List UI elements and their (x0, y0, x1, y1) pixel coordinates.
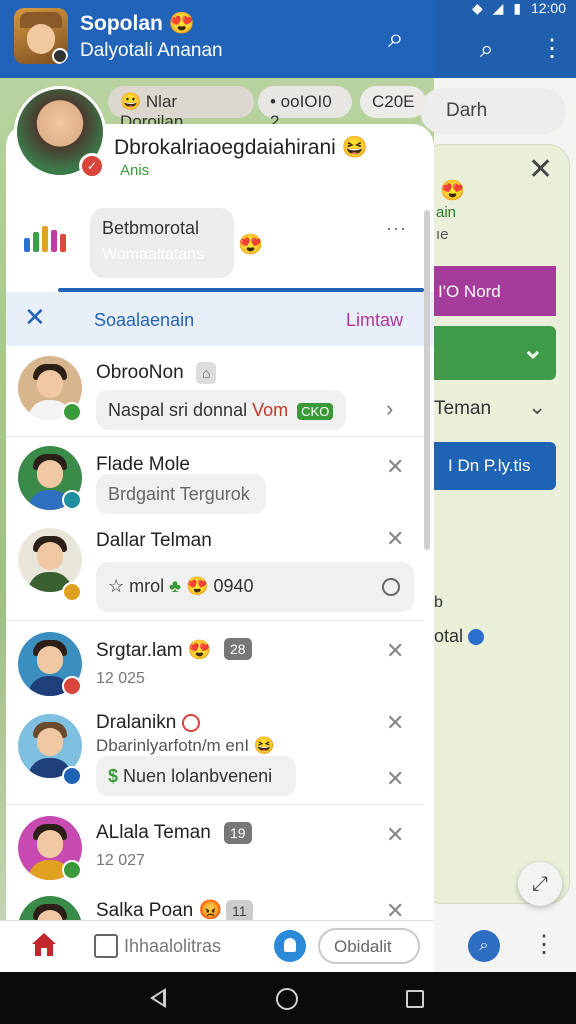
friend-name: Srgtar.lam 😍 (96, 640, 212, 661)
more-icon[interactable]: ⋮ (532, 930, 556, 959)
status-time: 12:00 (530, 0, 566, 16)
star-icon: ☆ (108, 576, 125, 596)
divider (6, 804, 424, 805)
close-icon[interactable]: ✕ (386, 710, 404, 736)
more-options-icon[interactable]: ··· (386, 218, 407, 239)
background-blue-button[interactable]: I Dn P.ly.tis (434, 442, 556, 490)
signal-icon: ◢ (492, 0, 504, 16)
profile-subtitle: Anis (120, 162, 150, 179)
chip-user[interactable]: 😀 Nlar Doroilan (108, 86, 254, 131)
status-badge-icon (62, 582, 82, 602)
profile-name: Dbrokalriaoegdaiahirani 😆 (114, 136, 368, 159)
close-icon[interactable]: ✕ (386, 822, 404, 848)
friend-name: Flade Mole (96, 454, 190, 475)
filter-label: Soaalaenain (94, 310, 195, 330)
background-card (420, 144, 570, 904)
bell-icon (284, 938, 296, 952)
friend-message[interactable]: $ Nuen lolanbveneni (96, 756, 296, 796)
recent-apps-icon[interactable] (406, 990, 424, 1008)
close-icon[interactable]: ✕ (386, 766, 404, 792)
friend-name: ALlala Teman (96, 822, 211, 843)
status-badge-icon (62, 860, 82, 880)
friend-name: Dallar Telman (96, 530, 212, 551)
friend-message[interactable]: Naspal sri donnal Vom CKO (96, 390, 346, 430)
divider (6, 620, 424, 621)
status-badge-icon (62, 490, 82, 510)
chevron-right-icon[interactable]: › (386, 396, 393, 422)
scrollbar[interactable] (424, 210, 430, 550)
home-circle-icon[interactable] (276, 988, 298, 1010)
background-text: b (434, 594, 443, 611)
post-emoji: 😍 (238, 234, 263, 256)
background-text: ıe (436, 226, 449, 243)
chevron-down-icon: ⌄ (522, 334, 544, 364)
app-title: Sopolan 😍 (80, 12, 195, 35)
app-subtitle: Dalyotali Ananan (80, 40, 223, 61)
lock-icon: ⌂ (196, 362, 217, 384)
chip-code[interactable]: C20E (360, 86, 426, 118)
background-total-label: otal (434, 626, 485, 647)
more-icon[interactable]: ⋮ (540, 34, 564, 63)
post-title: Betbmorotal (102, 218, 200, 238)
document-icon[interactable] (94, 934, 118, 958)
battery-icon: ▮ (513, 0, 522, 16)
friend-name: ObrooNon (96, 362, 184, 383)
app-logo (14, 8, 68, 64)
profile-avatar[interactable]: ✓ (14, 86, 106, 179)
count-badge: 11 (226, 900, 253, 922)
stats-icon (24, 222, 72, 252)
friend-name: Salka Poan 😡 (96, 900, 223, 921)
timestamp: 12 027 (96, 852, 145, 869)
filter-link[interactable]: Limtaw (346, 310, 403, 331)
divider (6, 436, 424, 437)
nav-label[interactable]: Ihhaalolitras (124, 936, 221, 957)
close-icon[interactable]: ✕ (386, 638, 404, 664)
background-emoji: 😍 (440, 180, 465, 202)
background-search-field[interactable]: Darh (420, 88, 566, 134)
friend-status: Dbarinlyarfotn/m enI 😆 (96, 736, 275, 755)
background-teman-label: Teman (434, 398, 492, 419)
count-badge: 19 (224, 822, 252, 844)
search-icon[interactable]: ⌕ (468, 930, 500, 962)
status-bar: ◆ ◢ ▮ 12:00 (434, 0, 576, 20)
close-icon[interactable]: ✕ (386, 454, 404, 480)
friends-panel: Sopolan 😍 Dalyotali Ananan ⌕ 😀 Nlar Doro… (0, 0, 434, 972)
chip-count[interactable]: • ooIOI0 2 (258, 86, 352, 131)
count-badge: 28 (224, 638, 252, 660)
close-icon[interactable]: ✕ (528, 152, 553, 187)
nav-pill-button[interactable]: Obidalit (318, 928, 420, 964)
home-icon[interactable] (30, 930, 58, 958)
expand-icon[interactable]: ⤢ (518, 862, 562, 906)
status-badge-icon (62, 676, 82, 696)
background-text: ain (436, 204, 457, 221)
friend-name: Dralanikn (96, 712, 200, 734)
heart-badge-icon: ✓ (79, 153, 105, 179)
background-purple-button[interactable]: I'O Nord (434, 266, 556, 316)
timestamp: 12 025 (96, 670, 145, 687)
close-icon[interactable]: ✕ (24, 302, 46, 333)
status-badge-icon (62, 402, 82, 422)
status-badge-icon (62, 766, 82, 786)
chevron-down-icon[interactable]: ⌄ (528, 394, 546, 420)
friend-message[interactable]: ☆ mrol ♣ 😍 0940 (96, 562, 414, 612)
search-icon[interactable]: ⌕ (388, 22, 404, 55)
post-text: Womaaltatans (102, 246, 204, 263)
close-icon[interactable]: ✕ (386, 526, 404, 552)
radio-icon[interactable] (382, 578, 400, 596)
friend-message[interactable]: Brdgaint Tergurok (96, 474, 266, 514)
search-icon[interactable]: ⌕ (480, 36, 493, 64)
wifi-icon: ◆ (472, 0, 483, 16)
